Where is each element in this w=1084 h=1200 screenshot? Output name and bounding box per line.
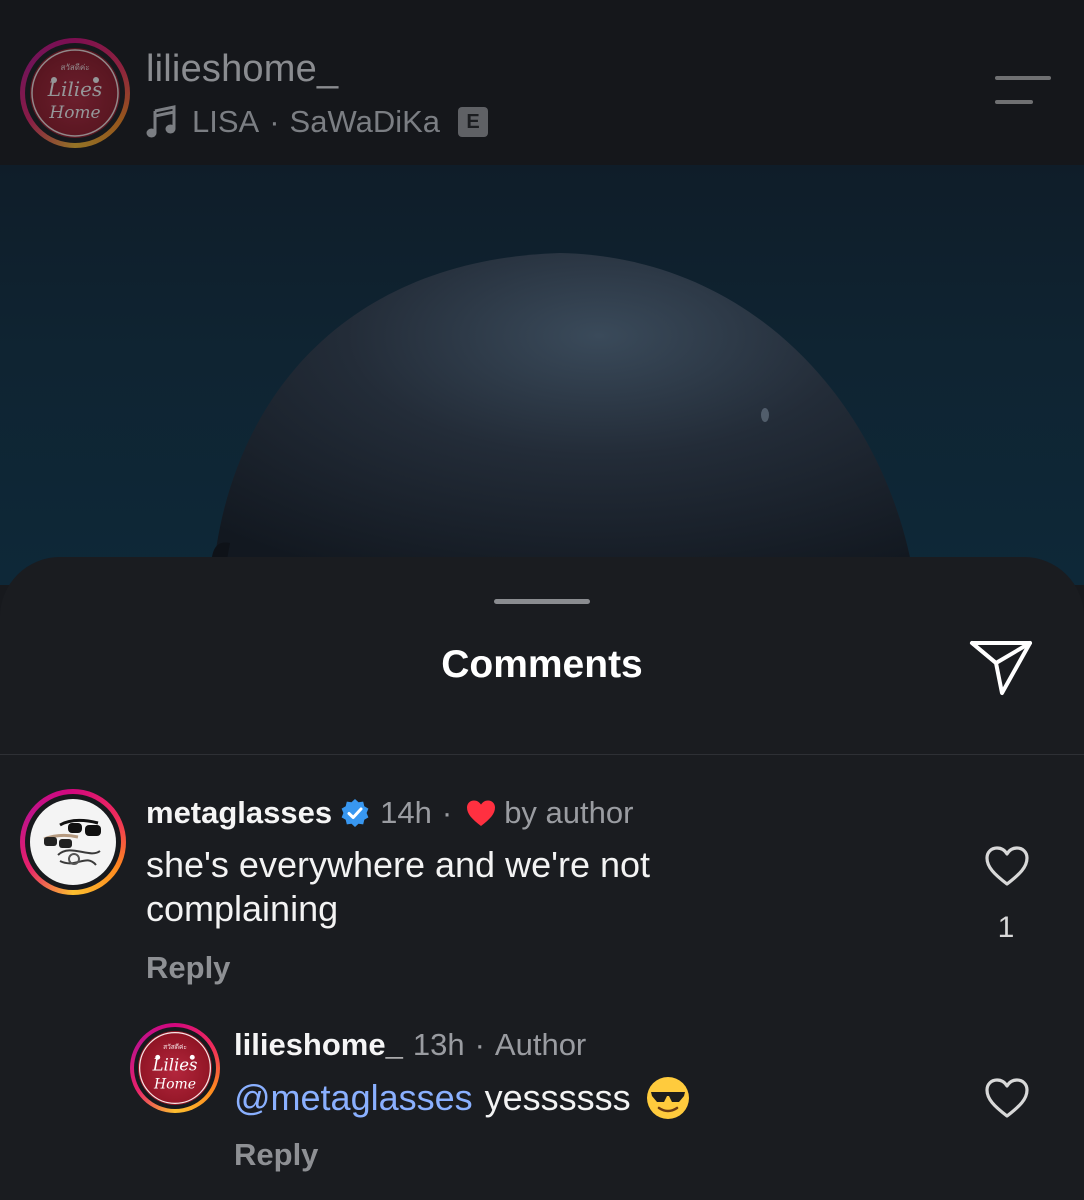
header-username[interactable]: lilieshome_ [146, 48, 338, 91]
video-frame[interactable] [0, 165, 1084, 585]
reply-avatar-lilieshome[interactable]: สวัสดีค่ะ Lilies Home [130, 1023, 220, 1113]
reply-time: 13h [412, 1027, 465, 1062]
like-count: 1 [997, 911, 1015, 944]
liked-by-author-heart-icon [467, 800, 496, 826]
comments-sheet: Comments metaglasses 14h · by author she… [0, 557, 1084, 1200]
reply-button[interactable]: Reply [234, 1137, 318, 1173]
svg-text:สวัสดีค่ะ: สวัสดีค่ะ [60, 63, 89, 72]
reply-header: lilieshome_ 13h · Author [234, 1025, 586, 1065]
menu-icon[interactable] [993, 74, 1051, 106]
reply-text: @metaglasses yessssss [234, 1073, 691, 1123]
lilies-home-logo: สวัสดีค่ะ Lilies Home [138, 1031, 212, 1105]
sunglasses-avatar-image [30, 799, 116, 885]
music-note-icon [146, 105, 176, 138]
author-badge: Author [494, 1027, 587, 1062]
music-separator: · [269, 104, 280, 139]
svg-text:Home: Home [153, 1077, 196, 1093]
music-attribution[interactable]: LISA · SaWaDiKa E [146, 102, 489, 142]
sheet-grabber[interactable] [494, 599, 590, 604]
reply-body: yessssss [484, 1077, 631, 1118]
reply-button[interactable]: Reply [146, 950, 230, 986]
comment-header: metaglasses 14h · by author [146, 793, 633, 833]
reply-separator: · [474, 1027, 485, 1062]
post-header: สวัสดีค่ะ Lilies Home lilieshome_ LISA ·… [0, 0, 1084, 165]
verified-badge-icon [341, 799, 369, 827]
sunglasses-emoji-icon [646, 1077, 689, 1119]
music-artist: LISA [192, 104, 260, 139]
music-song: SaWaDiKa [289, 104, 441, 139]
sheet-title: Comments [441, 643, 643, 686]
like-heart-icon[interactable] [984, 1077, 1030, 1119]
comment-separator: · [441, 795, 453, 830]
reply-username[interactable]: lilieshome_ [234, 1027, 403, 1063]
lilies-home-logo: สวัสดีค่ะ Lilies Home [30, 48, 120, 138]
sheet-divider [0, 754, 1084, 755]
comment-username[interactable]: metaglasses [146, 795, 332, 831]
comment-avatar-metaglasses[interactable] [20, 789, 126, 895]
like-heart-icon[interactable] [984, 845, 1030, 887]
mention-link[interactable]: @metaglasses [234, 1073, 473, 1123]
comment-text: she's everywhere and we're not complaini… [146, 844, 651, 929]
svg-text:Home: Home [48, 103, 100, 123]
comment-time: 14h [380, 795, 432, 830]
header-avatar[interactable]: สวัสดีค่ะ Lilies Home [20, 38, 130, 148]
explicit-badge: E [458, 107, 489, 137]
helmet-image [212, 253, 915, 585]
liked-by-author-label: by author [504, 795, 634, 830]
svg-text:สวัสดีค่ะ: สวัสดีค่ะ [163, 1043, 187, 1051]
share-icon[interactable] [966, 639, 1036, 697]
